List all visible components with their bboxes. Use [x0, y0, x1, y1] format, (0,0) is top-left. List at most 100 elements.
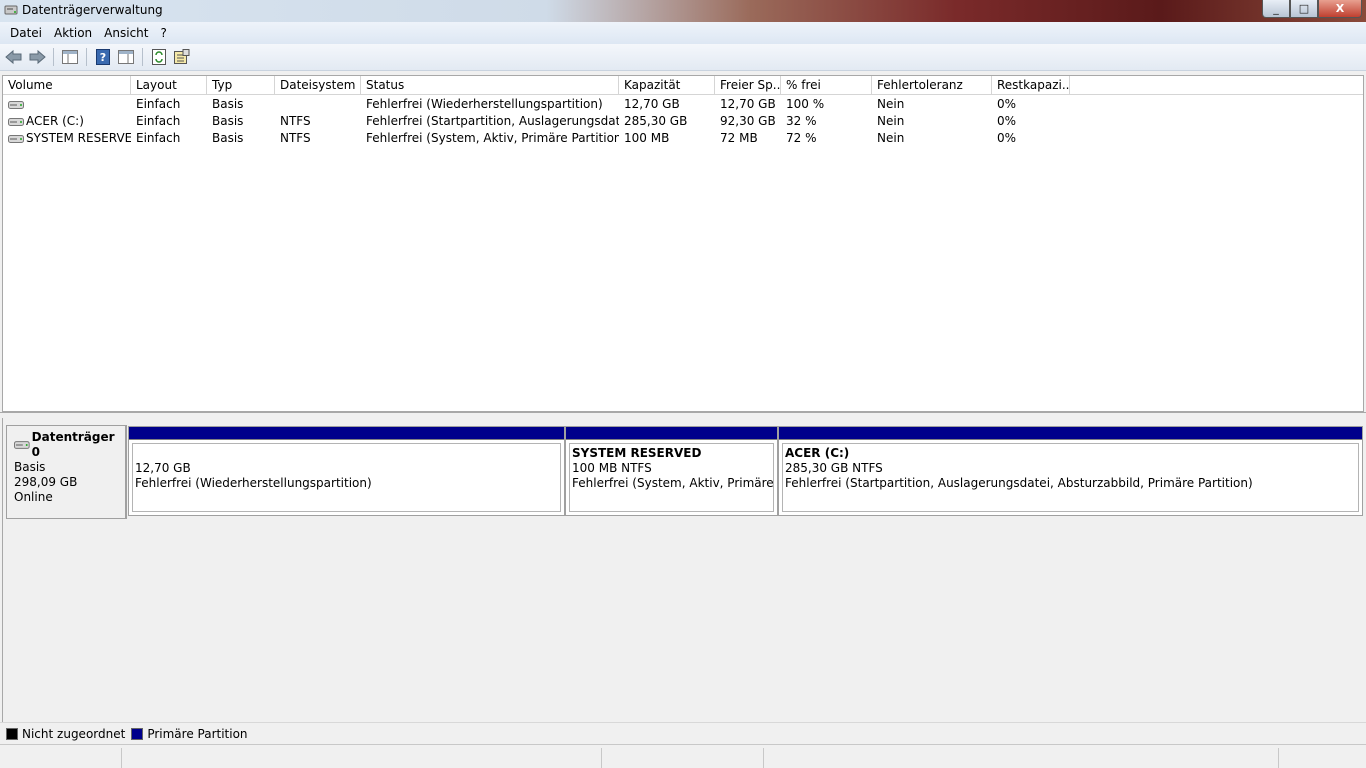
partition-body: ACER (C:) 285,30 GB NTFS Fehlerfrei (Sta… — [782, 443, 1359, 512]
cell-status: Fehlerfrei (Startpartition, Auslagerungs… — [366, 114, 619, 128]
title-bar: Datenträgerverwaltung _ □ X — [0, 0, 1366, 22]
disk-state: Online — [14, 490, 53, 504]
cell-typ: Basis — [212, 97, 244, 111]
menu-ansicht[interactable]: Ansicht — [98, 26, 154, 40]
column-header-row: Volume Layout Typ Dateisystem Status Kap… — [3, 76, 1363, 95]
column-header-layout[interactable]: Layout — [131, 76, 207, 95]
partition-status: Fehlerfrei (System, Aktiv, Primäre Part — [572, 476, 774, 490]
status-bar — [0, 744, 1366, 768]
disk-icon — [14, 441, 30, 449]
status-pane — [1278, 748, 1366, 768]
column-header-fehlertoleranz[interactable]: Fehlertoleranz — [872, 76, 992, 95]
disk-map-pane: Datenträger 0 Basis 298,09 GB Online 12,… — [2, 418, 1364, 722]
partition-recovery[interactable]: 12,70 GB Fehlerfrei (Wiederherstellungsp… — [128, 426, 565, 516]
status-pane — [121, 748, 601, 768]
column-header-dateisystem[interactable]: Dateisystem — [275, 76, 361, 95]
table-row[interactable]: Einfach Basis Fehlerfrei (Wiederherstell… — [3, 96, 1363, 113]
partition-body: 12,70 GB Fehlerfrei (Wiederherstellungsp… — [132, 443, 561, 512]
table-row[interactable]: ACER (C:) Einfach Basis NTFS Fehlerfrei … — [3, 113, 1363, 130]
partition-acer-c[interactable]: ACER (C:) 285,30 GB NTFS Fehlerfrei (Sta… — [778, 426, 1363, 516]
refresh-button[interactable] — [149, 47, 169, 67]
partition-body: SYSTEM RESERVED 100 MB NTFS Fehlerfrei (… — [569, 443, 774, 512]
disk-type: Basis — [14, 460, 46, 474]
partition-size: 285,30 GB NTFS — [785, 461, 883, 475]
cell-dateisystem: NTFS — [280, 114, 311, 128]
window-controls: _ □ X — [1262, 0, 1362, 18]
cell-volume: ACER (C:) — [3, 113, 131, 130]
cell-restkapazitaet: 0% — [997, 131, 1017, 145]
partition-color-bar — [129, 427, 564, 440]
column-header-typ[interactable]: Typ — [207, 76, 275, 95]
close-button[interactable]: X — [1318, 0, 1362, 18]
toolbar-separator — [86, 48, 87, 66]
volume-list[interactable]: Volume Layout Typ Dateisystem Status Kap… — [2, 75, 1364, 412]
column-header-freier-speicher[interactable]: Freier Sp... — [715, 76, 781, 95]
cell-fehlertoleranz: Nein — [877, 114, 905, 128]
partition-system-reserved[interactable]: SYSTEM RESERVED 100 MB NTFS Fehlerfrei (… — [565, 426, 778, 516]
cell-prozent-frei: 32 % — [786, 114, 817, 128]
cell-freier-speicher: 92,30 GB — [720, 114, 776, 128]
cell-freier-speicher: 12,70 GB — [720, 97, 776, 111]
cell-status: Fehlerfrei (Wiederherstellungspartition) — [366, 97, 603, 111]
partition-name — [135, 446, 560, 461]
minimize-button[interactable]: _ — [1262, 0, 1290, 18]
cell-status: Fehlerfrei (System, Aktiv, Primäre Parti… — [366, 131, 619, 145]
menu-datei[interactable]: Datei — [4, 26, 48, 40]
cell-prozent-frei: 72 % — [786, 131, 817, 145]
help-button[interactable]: ? — [93, 47, 113, 67]
menu-aktion[interactable]: Aktion — [48, 26, 98, 40]
cell-restkapazitaet: 0% — [997, 114, 1017, 128]
partition-name: ACER (C:) — [785, 446, 850, 460]
disk-label[interactable]: Datenträger 0 Basis 298,09 GB Online — [6, 425, 127, 519]
menu-bar: Datei Aktion Ansicht ? — [0, 22, 1366, 44]
column-header-restkapazitaet[interactable]: Restkapazi... — [992, 76, 1070, 95]
drive-icon — [8, 134, 24, 143]
status-pane — [601, 748, 763, 768]
window-title: Datenträgerverwaltung — [22, 3, 163, 17]
column-header-kapazitaet[interactable]: Kapazität — [619, 76, 715, 95]
column-header-volume[interactable]: Volume — [3, 76, 131, 95]
back-button[interactable] — [4, 47, 24, 67]
cell-volume — [3, 96, 131, 113]
partition-name: SYSTEM RESERVED — [572, 446, 702, 460]
cell-kapazitaet: 285,30 GB — [624, 114, 688, 128]
legend-label-primary: Primäre Partition — [147, 726, 248, 741]
properties-view-icon — [118, 50, 134, 64]
partition-size: 100 MB NTFS — [572, 461, 652, 475]
legend-swatch-primary — [131, 727, 144, 740]
cell-kapazitaet: 12,70 GB — [624, 97, 680, 111]
cell-fehlertoleranz: Nein — [877, 131, 905, 145]
drive-icon — [8, 100, 24, 109]
show-hide-tree-button[interactable] — [60, 47, 80, 67]
disk-management-icon — [4, 5, 18, 15]
cell-layout: Einfach — [136, 131, 181, 145]
disk-name: Datenträger 0 — [31, 430, 115, 459]
disk-size: 298,09 GB — [14, 475, 78, 489]
toolbar-separator — [53, 48, 54, 66]
column-header-status[interactable]: Status — [361, 76, 619, 95]
column-header-prozent-frei[interactable]: % frei — [781, 76, 872, 95]
partition-status: Fehlerfrei (Startpartition, Auslagerungs… — [785, 476, 1253, 490]
cell-freier-speicher: 72 MB — [720, 131, 758, 145]
maximize-button[interactable]: □ — [1290, 0, 1318, 18]
forward-button[interactable] — [27, 47, 47, 67]
cell-dateisystem — [275, 96, 361, 113]
cell-layout: Einfach — [136, 114, 181, 128]
properties-view-button[interactable] — [116, 47, 136, 67]
refresh-icon — [152, 49, 166, 65]
cell-dateisystem: NTFS — [280, 131, 311, 145]
volume-name: SYSTEM RESERVED — [26, 131, 131, 145]
legend-swatch-unallocated — [6, 727, 18, 740]
svg-text:?: ? — [100, 51, 106, 64]
menu-help[interactable]: ? — [154, 26, 172, 40]
cell-restkapazitaet: 0% — [997, 97, 1017, 111]
legend-label-unallocated: Nicht zugeordnet — [22, 726, 126, 741]
toolbar-separator — [142, 48, 143, 66]
partition-status: Fehlerfrei (Wiederherstellungspartition) — [135, 476, 372, 490]
table-row[interactable]: SYSTEM RESERVED Einfach Basis NTFS Fehle… — [3, 130, 1363, 147]
properties-button[interactable] — [172, 47, 192, 67]
back-icon — [5, 49, 22, 65]
drive-icon — [8, 117, 24, 126]
cell-typ: Basis — [212, 131, 244, 145]
volume-name: ACER (C:) — [26, 114, 84, 128]
